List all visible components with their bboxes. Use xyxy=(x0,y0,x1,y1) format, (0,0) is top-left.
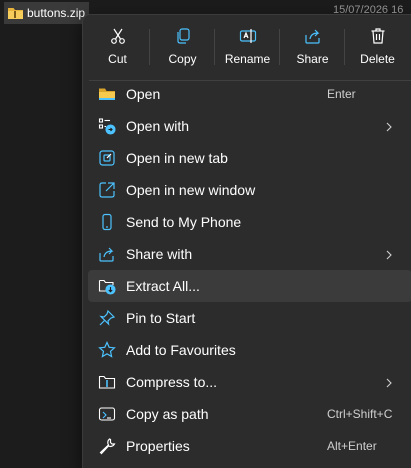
rename-icon xyxy=(239,29,256,43)
pin-icon xyxy=(97,308,117,328)
file-name: buttons.zip xyxy=(27,6,86,20)
new-window-icon xyxy=(97,180,117,200)
star-icon xyxy=(97,340,117,360)
copy-label: Copy xyxy=(168,52,197,66)
menu-item-label: Send to My Phone xyxy=(126,214,242,230)
menu-item-label: Open xyxy=(126,86,161,102)
menu-item-label: Open in new tab xyxy=(126,150,228,166)
share-label: Share xyxy=(296,52,329,66)
shortcut-text: Enter xyxy=(327,87,356,101)
menu-item-share-with[interactable]: Share with xyxy=(83,238,411,270)
delete-button[interactable]: Delete xyxy=(345,15,410,75)
extract-icon xyxy=(97,276,117,296)
wrench-icon xyxy=(97,436,117,456)
copy-icon xyxy=(176,28,190,44)
new-tab-icon xyxy=(97,148,117,168)
menu-item-label: Pin to Start xyxy=(126,310,196,326)
phone-icon xyxy=(97,212,117,232)
shortcut-text: Ctrl+Shift+C xyxy=(327,407,393,421)
folder-icon xyxy=(97,84,117,104)
menu-item-label: Open in new window xyxy=(126,182,256,198)
menu-item-open[interactable]: Open Enter xyxy=(83,78,411,110)
menu-item-properties[interactable]: Properties Alt+Enter xyxy=(83,430,411,462)
rename-label: Rename xyxy=(224,52,271,66)
trash-icon xyxy=(371,28,384,44)
menu-item-copy-as-path[interactable]: Copy as path Ctrl+Shift+C xyxy=(83,398,411,430)
cut-button[interactable]: Cut xyxy=(85,15,150,75)
menu-item-open-with[interactable]: Open with xyxy=(83,110,411,142)
menu-item-extract-all[interactable]: Extract All... xyxy=(88,270,411,302)
menu-item-label: Add to Favourites xyxy=(126,342,236,358)
compress-icon xyxy=(97,372,117,392)
menu-item-open-new-tab[interactable]: Open in new tab xyxy=(83,142,411,174)
chevron-right-icon xyxy=(383,248,395,260)
shortcut-text: Alt+Enter xyxy=(327,439,377,453)
menu-item-open-new-window[interactable]: Open in new window xyxy=(83,174,411,206)
share-icon xyxy=(304,29,320,44)
file-item[interactable]: buttons.zip xyxy=(4,2,90,24)
menu-item-send-to-phone[interactable]: Send to My Phone xyxy=(83,206,411,238)
scissors-icon xyxy=(110,28,125,44)
rename-button[interactable]: Rename xyxy=(215,15,280,75)
menu-item-label: Compress to... xyxy=(126,374,218,390)
share-button[interactable]: Share xyxy=(280,15,345,75)
copy-path-icon xyxy=(97,404,117,424)
menu-items: Open Enter Open with Open in new tab Ope… xyxy=(83,78,411,462)
menu-item-pin-to-start[interactable]: Pin to Start xyxy=(83,302,411,334)
zip-folder-icon xyxy=(8,7,23,19)
chevron-right-icon xyxy=(383,120,395,132)
share-with-icon xyxy=(97,244,117,264)
delete-label: Delete xyxy=(360,52,395,66)
copy-button[interactable]: Copy xyxy=(150,15,215,75)
context-menu: Cut Copy Rename Share Delete Open Enter … xyxy=(82,14,411,468)
menu-item-label: Share with xyxy=(126,246,193,262)
menu-item-label: Copy as path xyxy=(126,406,209,422)
quick-actions-bar: Cut Copy Rename Share Delete xyxy=(83,15,411,75)
chevron-right-icon xyxy=(383,376,395,388)
menu-item-add-to-favourites[interactable]: Add to Favourites xyxy=(83,334,411,366)
menu-item-label: Open with xyxy=(126,118,190,134)
menu-item-label: Properties xyxy=(126,438,190,454)
open-with-icon xyxy=(97,116,117,136)
menu-item-compress-to[interactable]: Compress to... xyxy=(83,366,411,398)
menu-item-label: Extract All... xyxy=(126,278,200,294)
cut-label: Cut xyxy=(108,52,127,66)
desktop-background: buttons.zip 15/07/2026 16 Cut Copy Renam… xyxy=(0,0,411,468)
